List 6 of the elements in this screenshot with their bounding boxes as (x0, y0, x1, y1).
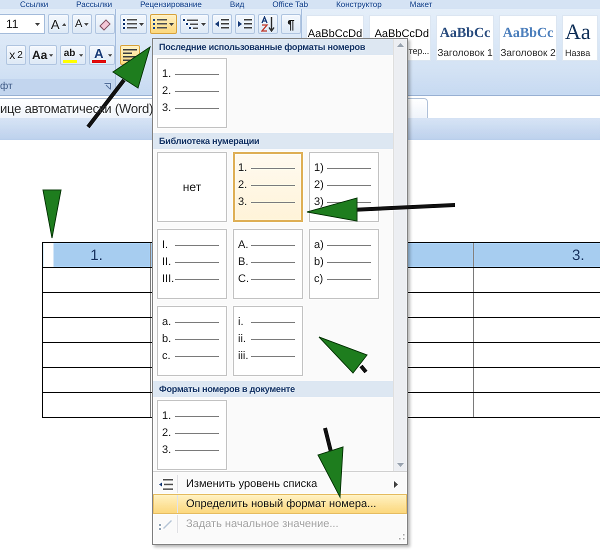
header-cell: 1. (42, 242, 150, 268)
section-header: Форматы номеров в документе (153, 381, 393, 397)
section-header: Последние использованные форматы номеров (153, 39, 393, 55)
section-header: Библиотека нумерации (153, 133, 393, 149)
header-cell: 3. (474, 242, 600, 268)
group-label: фт (0, 81, 13, 92)
